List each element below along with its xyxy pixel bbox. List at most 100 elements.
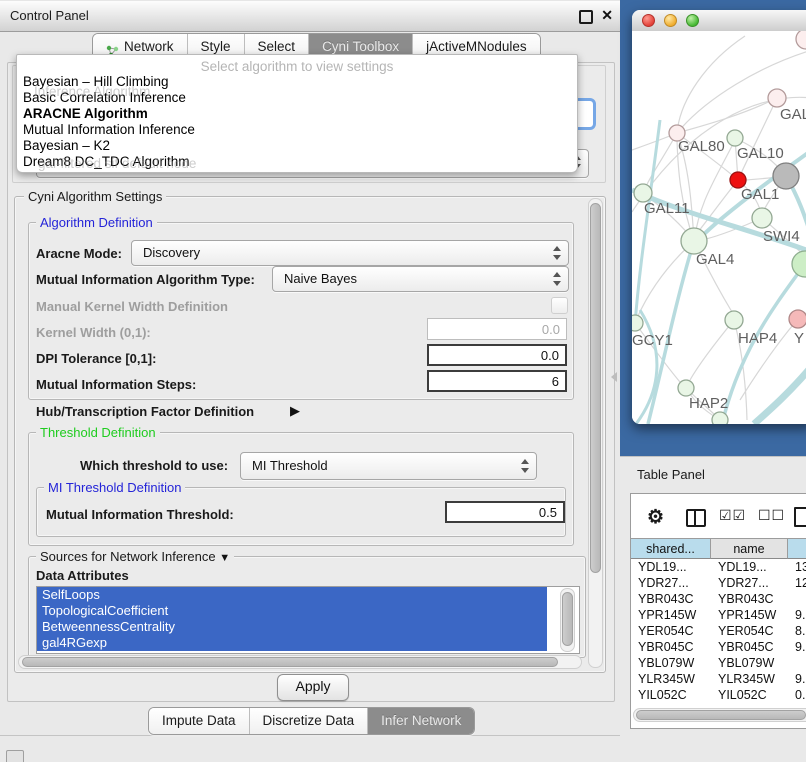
network-node[interactable] [727, 130, 743, 146]
table-row[interactable]: YBR045CYBR045C9. [631, 639, 806, 655]
dropdown-item[interactable]: Bayesian – K2 [17, 138, 577, 154]
collapse-down-icon[interactable]: ▼ [219, 552, 230, 564]
aracne-mode-combo[interactable]: Discovery [131, 240, 569, 266]
table-hscrollbar-thumb[interactable] [636, 710, 806, 720]
kernel-width-field[interactable] [427, 318, 567, 340]
mi-threshold-label: Mutual Information Threshold: [46, 507, 234, 522]
column-header[interactable]: name [711, 538, 788, 559]
which-threshold-combo[interactable]: MI Threshold [240, 452, 537, 480]
gear-icon[interactable]: ⚙ [647, 506, 664, 529]
network-node[interactable] [768, 89, 786, 107]
tab-impute-data[interactable]: Impute Data [149, 708, 249, 734]
table-panel: Table Panel ⚙ ☑☑ ☐☐ shared...nameA YDL19… [620, 456, 806, 762]
attribute-item[interactable]: gal4RGexp [37, 635, 547, 651]
manual-kernel-checkbox[interactable] [551, 297, 568, 314]
table-cell: YER054C [631, 623, 711, 639]
network-node-label: GAL80 [678, 138, 725, 155]
network-node[interactable] [773, 163, 799, 189]
dropdown-item[interactable]: ARACNE Algorithm [17, 106, 577, 122]
table-cell: YDL19... [711, 559, 788, 575]
close-icon[interactable]: ✕ [601, 7, 613, 24]
combo-arrows-icon [520, 458, 529, 474]
apply-button[interactable]: Apply [277, 674, 349, 701]
document-icon[interactable] [794, 507, 806, 527]
data-attributes-label: Data Attributes [36, 568, 129, 583]
dpi-tolerance-field[interactable] [427, 344, 567, 366]
table-cell [788, 591, 806, 607]
sources-title-text: Sources for Network Inference [40, 549, 216, 564]
which-threshold-value: MI Threshold [252, 458, 328, 473]
column-header[interactable]: shared... [631, 538, 711, 559]
cyni-settings-title: Cyni Algorithm Settings [24, 189, 166, 204]
table-hscrollbar[interactable] [633, 708, 806, 722]
minimize-window-icon[interactable] [664, 14, 677, 27]
table-cell: YBR045C [711, 639, 788, 655]
table-cell: 0. [788, 687, 806, 703]
network-canvas[interactable]: GALGAL80GAL10GAL1GAL11SWI4GAL4HAP4YGCY1H… [632, 31, 806, 424]
mi-steps-field[interactable] [427, 370, 567, 392]
table-row[interactable]: YLR345WYLR345W9. [631, 671, 806, 687]
column-header[interactable]: A [788, 538, 806, 559]
attribute-item[interactable]: SelfLoops [37, 587, 547, 603]
close-window-icon[interactable] [642, 14, 655, 27]
manual-kernel-label: Manual Kernel Width Definition [36, 299, 228, 314]
table-cell: YBL079W [631, 655, 711, 671]
table-row[interactable]: YER054CYER054C8. [631, 623, 806, 639]
dropdown-prompt: Select algorithm to view settings [17, 55, 577, 74]
settings-scrollbar[interactable] [588, 198, 603, 668]
settings-hscrollbar[interactable] [18, 655, 582, 669]
network-window: GALGAL80GAL10GAL1GAL11SWI4GAL4HAP4YGCY1H… [632, 10, 806, 424]
tab-discretize-data[interactable]: Discretize Data [249, 708, 368, 734]
table-cell: YBR043C [631, 591, 711, 607]
attribute-item[interactable]: BetweennessCentrality [37, 619, 547, 635]
mi-algorithm-type-value: Naive Bayes [284, 271, 357, 286]
table-row[interactable]: YBR043CYBR043C [631, 591, 806, 607]
tab-infer-network[interactable]: Infer Network [367, 708, 474, 734]
network-node-label: SWI4 [763, 228, 800, 245]
table-cell: YDR27... [711, 575, 788, 591]
mi-algorithm-type-combo[interactable]: Naive Bayes [272, 266, 569, 292]
network-node[interactable] [789, 310, 806, 328]
table-row[interactable]: YIL052CYIL052C0. [631, 687, 806, 703]
table-row[interactable]: YDL19...YDL19...13 [631, 559, 806, 575]
float-window-icon[interactable] [579, 10, 593, 24]
settings-scrollbar-thumb[interactable] [590, 203, 601, 573]
network-node[interactable] [752, 208, 772, 228]
attribute-item[interactable]: TopologicalCoefficient [37, 603, 547, 619]
checked-boxes-icon[interactable]: ☑☑ [719, 507, 746, 524]
which-threshold-label: Which threshold to use: [80, 458, 228, 473]
table-cell: YBR045C [631, 639, 711, 655]
network-node[interactable] [632, 315, 643, 331]
network-node-label: GAL [780, 106, 806, 123]
attr-list-scrollbar[interactable] [560, 588, 575, 652]
network-node[interactable] [678, 380, 694, 396]
dropdown-item[interactable]: Mutual Information Inference [17, 122, 577, 138]
table-cell: 9. [788, 607, 806, 623]
table-row[interactable]: YDR27...YDR27...12 [631, 575, 806, 591]
network-window-titlebar[interactable] [632, 10, 806, 32]
maximize-window-icon[interactable] [686, 14, 699, 27]
attr-list-scrollbar-thumb[interactable] [562, 592, 573, 646]
panel-resize-handle[interactable] [611, 372, 617, 382]
table-row[interactable]: YPR145WYPR145W9. [631, 607, 806, 623]
network-icon [106, 41, 119, 54]
network-node[interactable] [712, 412, 728, 424]
network-node[interactable] [792, 251, 806, 277]
network-node-label: GAL10 [737, 145, 784, 162]
data-attributes-list[interactable]: SelfLoopsTopologicalCoefficientBetweenne… [36, 586, 580, 654]
mi-threshold-field[interactable] [445, 501, 565, 523]
network-node-label: HAP2 [689, 395, 728, 412]
network-view[interactable]: GALGAL80GAL10GAL1GAL11SWI4GAL4HAP4YGCY1H… [632, 31, 806, 424]
collapsed-panel-button[interactable] [6, 750, 24, 762]
control-panel-titlebar: Control Panel ✕ [0, 0, 620, 32]
network-node[interactable] [725, 311, 743, 329]
network-node-label: GCY1 [632, 332, 673, 349]
split-columns-icon[interactable] [686, 509, 706, 527]
expand-right-icon[interactable]: ▶ [290, 403, 300, 419]
table-row[interactable]: YBL079WYBL079W [631, 655, 806, 671]
combo-arrows-icon [552, 271, 561, 287]
settings-hscrollbar-thumb[interactable] [22, 657, 558, 667]
network-node[interactable] [796, 31, 806, 49]
table-cell: YLR345W [711, 671, 788, 687]
unchecked-boxes-icon[interactable]: ☐☐ [758, 507, 785, 524]
